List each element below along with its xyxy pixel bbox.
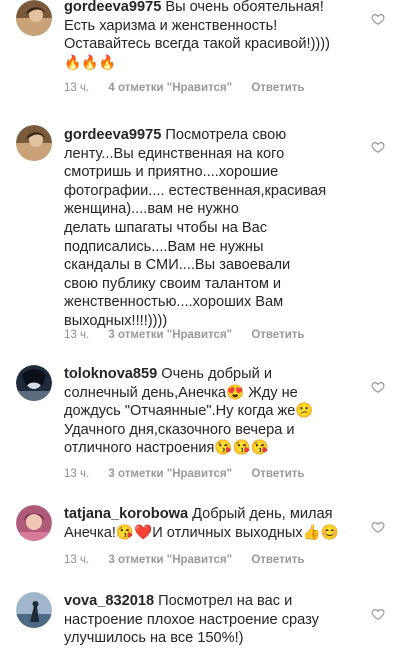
comment-text: vova_832018 Посмотрел на вас и настроение… (64, 592, 364, 648)
reply-button[interactable]: Ответить (251, 82, 304, 94)
comment-time: 13 ч. (64, 554, 90, 566)
avatar[interactable] (16, 592, 52, 628)
comments-feed: gordeeva9975 Вы очень обоятельная! Есть х… (0, 0, 405, 650)
likes-count[interactable]: 3 отметки "Нравится" (108, 554, 232, 566)
comment-username[interactable]: gordeeva9975 (64, 127, 161, 143)
fire-emoji: 🔥🔥🔥 (64, 54, 117, 71)
likes-count[interactable]: 3 отметки "Нравится" (108, 329, 232, 341)
heart-icon[interactable] (371, 380, 385, 394)
comment-meta: 13 ч. 3 отметки "Нравится" Ответить (64, 554, 320, 566)
comment-text: gordeeva9975 Вы очень обоятельная! Есть х… (64, 0, 364, 72)
comment-time: 13 ч. (64, 468, 90, 480)
avatar[interactable] (16, 365, 52, 401)
heart-icon[interactable] (371, 520, 385, 534)
comment-body: Посмотрела свою ленту...Вы единственная … (64, 127, 327, 329)
heart-icon[interactable] (371, 607, 385, 621)
comment-text: tatjana_korobowa Добрый день, милая Анечк… (64, 505, 364, 542)
comment-username[interactable]: toloknova859 (64, 366, 157, 382)
comment-meta: 13 ч. 4 отметки "Нравится" Ответить (64, 82, 320, 94)
heart-icon[interactable] (371, 12, 385, 26)
avatar[interactable] (16, 0, 52, 36)
comment-time: 13 ч. (64, 329, 90, 341)
avatar[interactable] (16, 505, 52, 541)
comment-text: gordeeva9975 Посмотрела свою ленту...Вы е… (64, 126, 364, 331)
reply-button[interactable]: Ответить (251, 329, 304, 341)
comment-text: toloknova859 Очень добрый и солнечный ден… (64, 365, 364, 458)
likes-count[interactable]: 3 отметки "Нравится" (108, 468, 232, 480)
reply-button[interactable]: Ответить (251, 468, 304, 480)
heart-icon[interactable] (371, 140, 385, 154)
avatar[interactable] (16, 125, 52, 161)
reply-button[interactable]: Ответить (251, 554, 304, 566)
likes-count[interactable]: 4 отметки "Нравится" (108, 82, 232, 94)
comment-meta: 13 ч. 3 отметки "Нравится" Ответить (64, 468, 320, 480)
comment-username[interactable]: gordeeva9975 (64, 0, 161, 15)
comment-time: 13 ч. (64, 82, 90, 94)
comment-username[interactable]: vova_832018 (64, 593, 154, 609)
comment-meta: 13 ч. 3 отметки "Нравится" Ответить (64, 329, 320, 341)
comment-username[interactable]: tatjana_korobowa (64, 506, 188, 522)
